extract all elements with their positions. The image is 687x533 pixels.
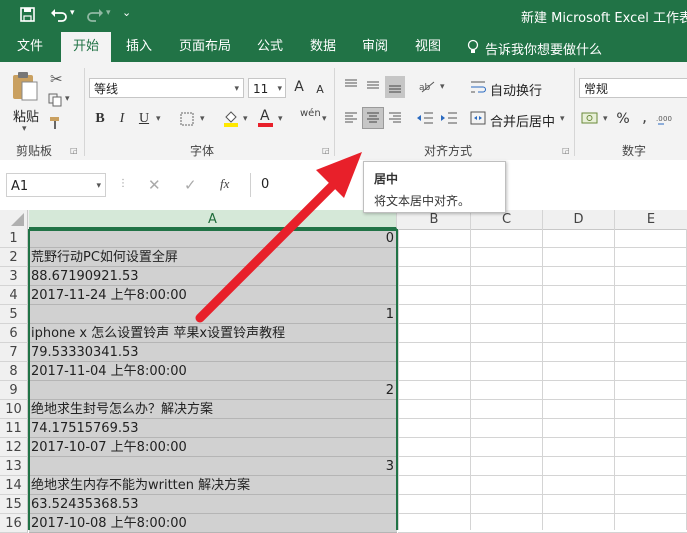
annotation-arrow (195, 152, 362, 323)
